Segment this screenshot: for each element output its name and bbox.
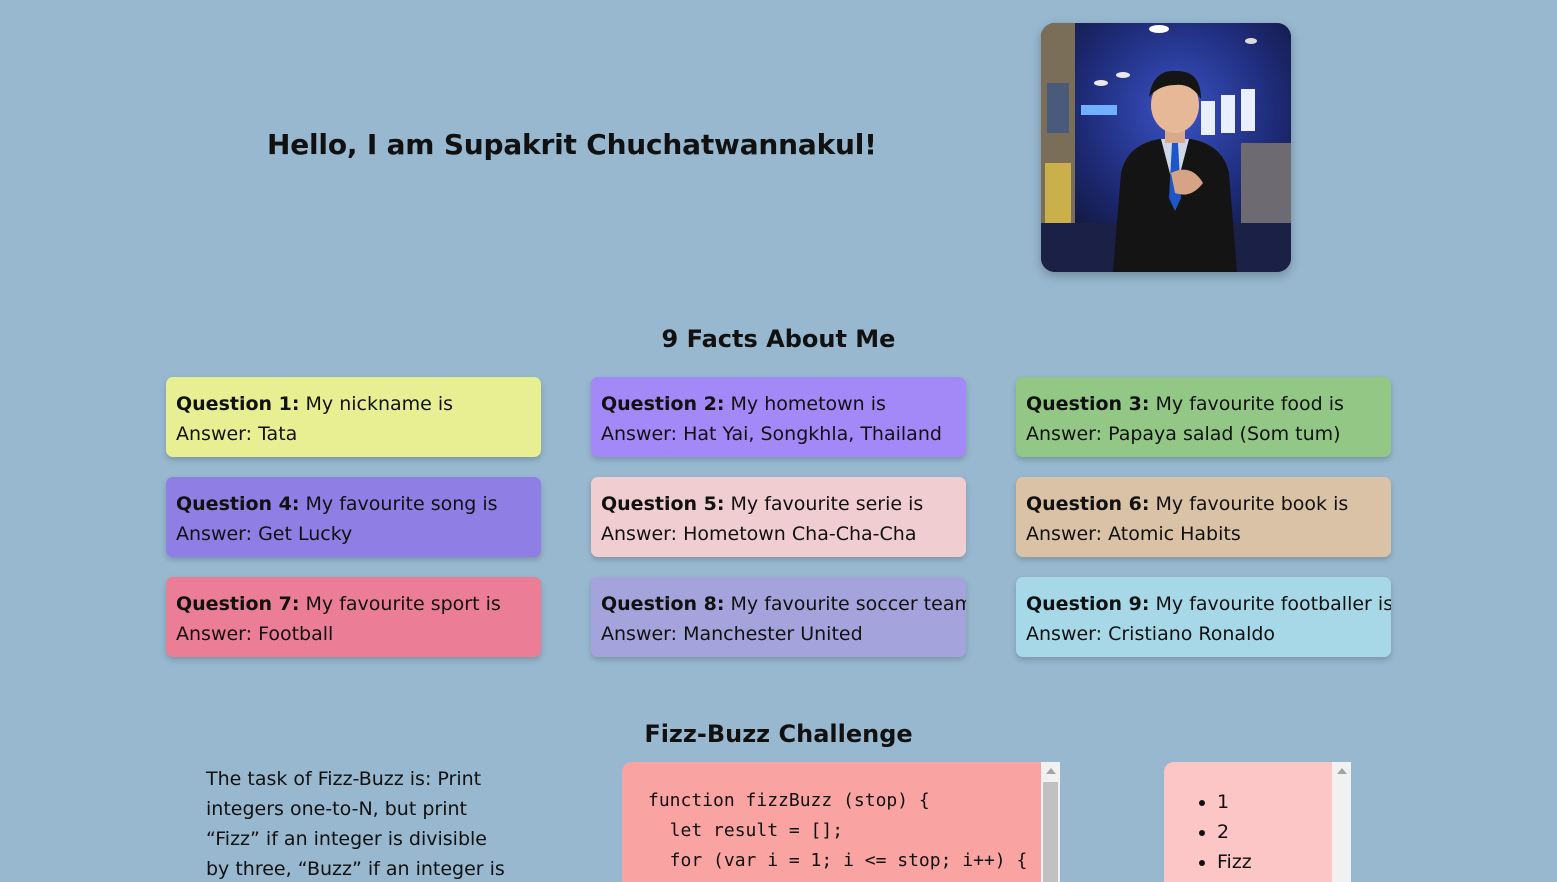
output-scrollbar[interactable] [1332, 762, 1351, 882]
fact-card: Question 6: My favourite book is Answer: … [1016, 477, 1391, 557]
output-list: 12Fizz [1164, 762, 1351, 877]
fact-answer: Answer: Papaya salad (Som tum) [1026, 423, 1341, 445]
scrollbar-thumb[interactable] [1043, 782, 1058, 882]
fact-question-line: Question 2: My hometown is [601, 389, 956, 419]
fact-question-prompt: My nickname is [305, 393, 454, 415]
code-line: let result = []; [648, 820, 844, 841]
fact-card: Question 4: My favourite song is Answer: … [166, 477, 541, 557]
fact-answer: Answer: Atomic Habits [1026, 523, 1241, 545]
fact-question-line: Question 1: My nickname is [176, 389, 531, 419]
fact-question-prompt: My favourite food is [1155, 393, 1344, 415]
scroll-up-arrow-icon[interactable] [1046, 768, 1056, 774]
output-list-item: 1 [1217, 787, 1351, 817]
fact-card: Question 5: My favourite serie is Answer:… [591, 477, 966, 557]
fact-question-line: Question 5: My favourite serie is [601, 489, 956, 519]
fact-question-prompt: My favourite sport is [305, 593, 501, 615]
code-scrollbar[interactable] [1041, 762, 1060, 882]
output-block[interactable]: 12Fizz [1164, 762, 1351, 882]
fact-question-label: Question 7: [176, 593, 300, 615]
fact-card: Question 2: My hometown is Answer: Hat Ya… [591, 377, 966, 457]
fact-question-label: Question 8: [601, 593, 725, 615]
fact-question-prompt: My favourite footballer is [1155, 593, 1391, 615]
output-list-item: Fizz [1217, 847, 1351, 877]
fact-answer: Answer: Manchester United [601, 623, 863, 645]
fizzbuzz-description: The task of Fizz-Buzz is: Print integers… [206, 768, 505, 880]
fact-answer: Answer: Tata [176, 423, 298, 445]
code-text: function fizzBuzz (stop) { let result = … [622, 762, 1060, 876]
fact-question-prompt: My hometown is [730, 393, 886, 415]
fact-card: Question 9: My favourite footballer is An… [1016, 577, 1391, 657]
fact-question-prompt: My favourite serie is [730, 493, 924, 515]
profile-photo-image [1041, 23, 1291, 272]
fact-question-line: Question 7: My favourite sport is [176, 589, 531, 619]
fizzbuzz-section-title: Fizz-Buzz Challenge [644, 720, 913, 748]
fact-card: Question 3: My favourite food is Answer: … [1016, 377, 1391, 457]
fact-question-prompt: My favourite book is [1155, 493, 1349, 515]
fact-question-label: Question 6: [1026, 493, 1150, 515]
output-list-item: 2 [1217, 817, 1351, 847]
fact-answer: Answer: Cristiano Ronaldo [1026, 623, 1276, 645]
fact-question-line: Question 9: My favourite footballer is [1026, 589, 1391, 619]
fact-question-line: Question 6: My favourite book is [1026, 489, 1381, 519]
fact-question-label: Question 2: [601, 393, 725, 415]
fact-card: Question 1: My nickname is Answer: Tata [166, 377, 541, 457]
facts-section-title: 9 Facts About Me [661, 325, 896, 353]
fact-question-line: Question 4: My favourite song is [176, 489, 531, 519]
profile-photo [1041, 23, 1291, 272]
fact-question-prompt: My favourite song is [305, 493, 498, 515]
fact-question-label: Question 1: [176, 393, 300, 415]
page: Hello, I am Supakrit Chuchatwannakul! 9 … [0, 0, 1557, 882]
fact-question-prompt: My favourite soccer team is [730, 593, 966, 615]
page-title: Hello, I am Supakrit Chuchatwannakul! [267, 128, 877, 161]
code-line: for (var i = 1; i <= stop; i++) { [648, 850, 1028, 871]
fact-card: Question 7: My favourite sport is Answer:… [166, 577, 541, 657]
fact-question-label: Question 4: [176, 493, 300, 515]
fact-question-label: Question 9: [1026, 593, 1150, 615]
fact-question-label: Question 5: [601, 493, 725, 515]
fact-answer: Answer: Football [176, 623, 334, 645]
scroll-up-arrow-icon[interactable] [1337, 768, 1347, 774]
code-block[interactable]: function fizzBuzz (stop) { let result = … [622, 762, 1060, 882]
code-line: function fizzBuzz (stop) { [648, 790, 930, 811]
fact-question-line: Question 3: My favourite food is [1026, 389, 1381, 419]
fact-question-label: Question 3: [1026, 393, 1150, 415]
fact-card: Question 8: My favourite soccer team is A… [591, 577, 966, 657]
fact-answer: Answer: Hat Yai, Songkhla, Thailand [601, 423, 942, 445]
facts-grid: Question 1: My nickname is Answer: Tata Qu… [166, 377, 1391, 657]
fact-answer: Answer: Hometown Cha-Cha-Cha [601, 523, 917, 545]
fact-question-line: Question 8: My favourite soccer team is [601, 589, 966, 619]
fact-answer: Answer: Get Lucky [176, 523, 353, 545]
